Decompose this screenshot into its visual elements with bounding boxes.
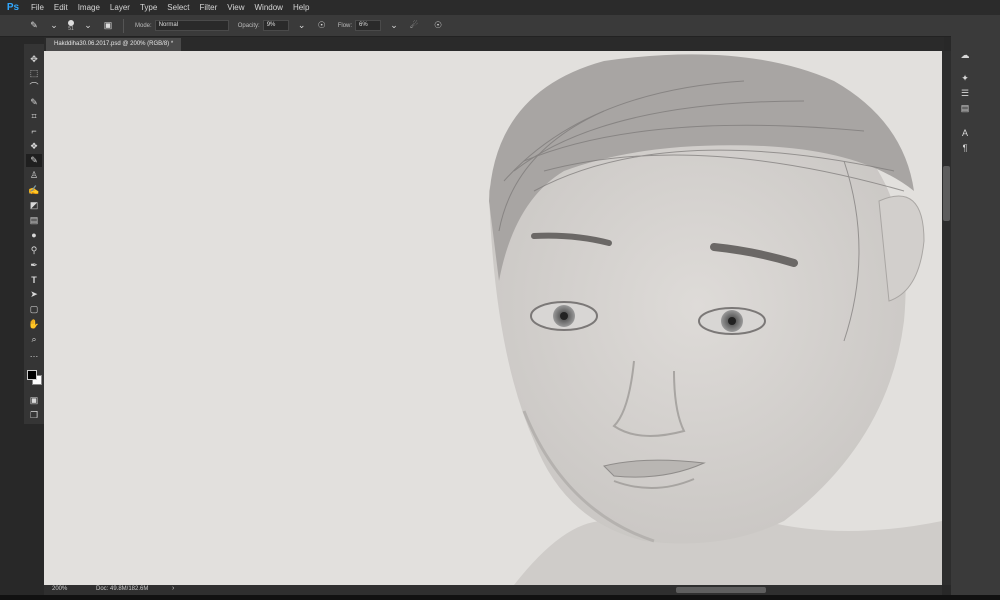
marquee-icon[interactable]: ⬚ xyxy=(26,67,42,80)
menu-file[interactable]: File xyxy=(26,3,49,12)
document-tab-title: Hakddiha30.06.2017.psd @ 200% (RGB/8) * xyxy=(54,41,174,47)
brush-size-picker[interactable]: 51 xyxy=(68,19,74,32)
opacity-field[interactable]: 9% xyxy=(262,20,289,31)
hand-icon[interactable]: ✋ xyxy=(26,318,42,331)
foreground-color-swatch[interactable] xyxy=(27,370,37,380)
mode-label: Mode: xyxy=(135,22,152,29)
opacity-label: Opacity: xyxy=(237,22,260,29)
type-icon[interactable]: T xyxy=(26,274,42,287)
divider xyxy=(123,18,124,33)
brush-icon[interactable]: ✎ xyxy=(26,154,42,167)
options-bar: ✎ ⌄ 51 ⌄ ▣ Mode: Normal Opacity: 9% ⌄ ☉ … xyxy=(0,15,1000,37)
dodge-icon[interactable]: ⚲ xyxy=(26,244,42,257)
gradient-icon[interactable]: ▤ xyxy=(26,214,42,227)
document-tab-strip: Hakddiha30.06.2017.psd @ 200% (RGB/8) * xyxy=(44,37,944,51)
eraser-icon[interactable]: ◩ xyxy=(26,199,42,212)
eyedropper-icon[interactable]: ⌐ xyxy=(26,125,42,138)
path-select-icon[interactable]: ➤ xyxy=(26,288,42,301)
character-icon[interactable]: A xyxy=(951,128,979,138)
quick-select-icon[interactable]: ✎ xyxy=(26,96,42,109)
healing-icon[interactable]: ❖ xyxy=(26,140,42,153)
history-brush-icon[interactable]: ✍ xyxy=(26,184,42,197)
more-icon[interactable]: … xyxy=(26,348,42,361)
menu-filter[interactable]: Filter xyxy=(195,3,223,12)
vertical-scroll-thumb[interactable] xyxy=(943,166,950,221)
pressure-opacity-icon[interactable]: ☉ xyxy=(316,20,328,32)
panel-dock: ☁ ✦ ☰ ▤ A ¶ xyxy=(951,36,1000,600)
zoom-level[interactable]: 200% xyxy=(52,586,67,592)
flow-label: Flow: xyxy=(337,22,353,29)
document-canvas[interactable] xyxy=(44,51,942,585)
portrait-sketch xyxy=(489,54,942,585)
menu-layer[interactable]: Layer xyxy=(105,3,135,12)
horizontal-scroll-thumb[interactable] xyxy=(676,587,766,593)
quick-mask-icon[interactable]: ▣ xyxy=(26,394,42,407)
menu-select[interactable]: Select xyxy=(162,3,194,12)
chevron-down-icon[interactable]: ⌄ xyxy=(82,20,94,32)
crop-icon[interactable]: ⌗ xyxy=(26,110,42,123)
menu-window[interactable]: Window xyxy=(250,3,288,12)
chevron-right-icon[interactable]: › xyxy=(172,585,174,592)
menu-type[interactable]: Type xyxy=(135,3,162,12)
chevron-down-icon[interactable]: ⌄ xyxy=(296,20,308,32)
photoshop-logo: Ps xyxy=(6,2,20,13)
menu-image[interactable]: Image xyxy=(73,3,105,12)
brush-panel-icon[interactable]: ▣ xyxy=(102,20,114,32)
status-bar: 200% Doc: 49.8M/182.6M › xyxy=(44,585,942,595)
menu-view[interactable]: View xyxy=(222,3,249,12)
mode-select[interactable]: Normal xyxy=(154,20,229,31)
menu-bar: Ps File Edit Image Layer Type Select Fil… xyxy=(0,0,1000,15)
brush-settings-icon[interactable]: ✦ xyxy=(951,73,979,84)
layers-icon[interactable]: ▤ xyxy=(951,103,979,114)
tools-panel: ✥ ⬚ ⌒ ✎ ⌗ ⌐ ❖ ✎ ♙ ✍ ◩ ▤ ● ⚲ ✒ T ➤ ▢ ✋ ⌕ … xyxy=(24,44,44,424)
blur-icon[interactable]: ● xyxy=(26,229,42,242)
color-swatches[interactable] xyxy=(26,369,42,385)
stamp-icon[interactable]: ♙ xyxy=(26,169,42,182)
zoom-icon[interactable]: ⌕ xyxy=(26,333,42,346)
document-tab[interactable]: Hakddiha30.06.2017.psd @ 200% (RGB/8) * xyxy=(46,38,182,51)
brush-preset-icon[interactable]: ✎ xyxy=(28,20,40,32)
rectangle-icon[interactable]: ▢ xyxy=(26,303,42,316)
pressure-size-icon[interactable]: ☉ xyxy=(432,20,444,32)
chevron-down-icon[interactable]: ⌄ xyxy=(48,20,60,32)
chevron-down-icon[interactable]: ⌄ xyxy=(388,20,400,32)
brush-size-value: 51 xyxy=(68,25,74,32)
lasso-icon[interactable]: ⌒ xyxy=(26,81,42,94)
libraries-icon[interactable]: ☁ xyxy=(951,50,979,61)
adjustments-icon[interactable]: ☰ xyxy=(951,88,979,99)
vertical-scrollbar[interactable] xyxy=(942,51,951,585)
document-info: Doc: 49.8M/182.6M xyxy=(96,586,149,592)
pen-icon[interactable]: ✒ xyxy=(26,259,42,272)
menu-help[interactable]: Help xyxy=(288,3,314,12)
move-icon[interactable]: ✥ xyxy=(26,53,42,66)
airbrush-icon[interactable]: ☄ xyxy=(408,20,420,32)
screen-mode-icon[interactable]: ❐ xyxy=(26,409,42,422)
taskbar xyxy=(0,595,1000,600)
menu-edit[interactable]: Edit xyxy=(49,3,73,12)
paragraph-icon[interactable]: ¶ xyxy=(951,143,979,153)
flow-field[interactable]: 6% xyxy=(355,20,382,31)
